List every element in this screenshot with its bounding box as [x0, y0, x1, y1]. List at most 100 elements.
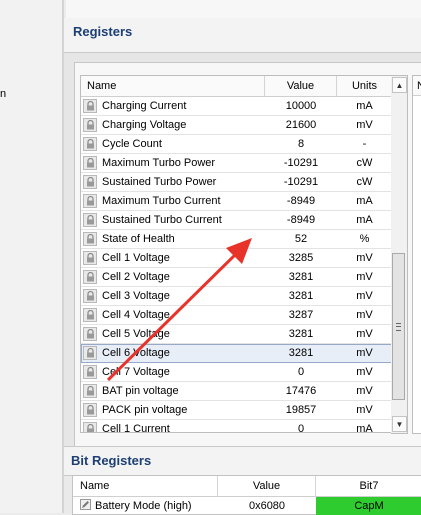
registers-panel: Name Value Units Charging Current 10000 mA…: [74, 62, 421, 448]
register-row[interactable]: PACK pin voltage 19857 mV: [81, 401, 392, 420]
register-row[interactable]: Cell 7 Voltage 0 mV: [81, 363, 392, 382]
register-units: cW: [356, 176, 373, 188]
register-row[interactable]: Cell 4 Voltage 3287 mV: [81, 306, 392, 325]
register-row[interactable]: Sustained Turbo Power -10291 cW: [81, 173, 392, 192]
register-name: Sustained Turbo Power: [102, 176, 217, 188]
register-row[interactable]: State of Health 52%: [81, 230, 392, 249]
pencil-icon[interactable]: [80, 499, 91, 513]
lock-icon[interactable]: [83, 346, 97, 360]
register-name: Cell 5 Voltage: [102, 328, 170, 340]
bit-register-value: 0x6080: [248, 500, 286, 512]
register-name: Cell 7 Voltage: [102, 366, 170, 378]
register-name-cell: Cell 6 Voltage: [81, 344, 265, 362]
register-row[interactable]: BAT pin voltage 17476 mV: [81, 382, 392, 401]
register-row[interactable]: Cell 6 Voltage 3281 mV: [81, 344, 392, 363]
bit-register-name: Battery Mode (high): [95, 500, 192, 512]
registers-scrollbar[interactable]: ▲ ▼: [391, 75, 408, 434]
scrollbar-thumb[interactable]: [392, 253, 405, 400]
bit-registers-title: Bit Registers: [71, 453, 152, 468]
register-value: -8949: [286, 195, 316, 207]
lock-icon[interactable]: [83, 99, 97, 113]
lock-icon[interactable]: [83, 118, 97, 132]
register-row[interactable]: Sustained Turbo Current -8949 mA: [81, 211, 392, 230]
register-value: 17476: [285, 385, 317, 397]
register-name: Cycle Count: [102, 138, 162, 150]
bit-column-header-value[interactable]: Value: [218, 476, 316, 496]
register-name-cell: Cell 1 Current: [81, 420, 265, 432]
register-value: 21600: [285, 119, 317, 131]
lock-icon[interactable]: [83, 175, 97, 189]
register-units: mV: [356, 271, 373, 283]
register-name-cell: Maximum Turbo Current: [81, 192, 265, 210]
lock-icon[interactable]: [83, 232, 97, 246]
register-units: mA: [356, 100, 373, 112]
lock-icon[interactable]: [83, 327, 97, 341]
register-units: mV: [356, 119, 373, 131]
lock-icon[interactable]: [83, 403, 97, 417]
bit-column-header-bit7[interactable]: Bit7: [316, 476, 421, 496]
column-header-units[interactable]: Units: [337, 76, 392, 96]
lock-icon[interactable]: [83, 270, 97, 284]
lock-icon[interactable]: [83, 251, 97, 265]
grip-icon: [396, 322, 401, 331]
register-name: Cell 6 Voltage: [102, 347, 170, 359]
register-name: Maximum Turbo Current: [102, 195, 221, 207]
lock-icon[interactable]: [83, 365, 97, 379]
registers-table: Name Value Units Charging Current 10000 mA…: [80, 75, 393, 433]
bit-register-name-cell: Battery Mode (high): [73, 497, 218, 515]
register-value: 3281: [288, 328, 314, 340]
register-units: %: [359, 233, 370, 245]
register-units: cW: [356, 157, 373, 169]
register-name-cell: BAT pin voltage: [81, 382, 265, 400]
register-name: Charging Current: [102, 100, 187, 112]
register-name: Cell 2 Voltage: [102, 271, 170, 283]
second-table-header[interactable]: N: [413, 76, 421, 96]
register-name: Cell 1 Voltage: [102, 252, 170, 264]
register-name-cell: Cell 5 Voltage: [81, 325, 265, 343]
register-name: PACK pin voltage: [102, 404, 188, 416]
register-row[interactable]: Cell 5 Voltage 3281 mV: [81, 325, 392, 344]
register-row[interactable]: Charging Voltage 21600 mV: [81, 116, 392, 135]
register-row[interactable]: Cycle Count 8 -: [81, 135, 392, 154]
bit-registers-header: Bit Registers: [64, 446, 421, 476]
bit-register-row[interactable]: Battery Mode (high) 0x6080 CapM: [73, 497, 421, 515]
register-units: mV: [356, 347, 373, 359]
register-value: 19857: [285, 404, 317, 416]
lock-icon[interactable]: [83, 156, 97, 170]
column-header-value[interactable]: Value: [265, 76, 337, 96]
register-value: -8949: [286, 214, 316, 226]
scroll-up-button[interactable]: ▲: [392, 77, 407, 93]
register-row[interactable]: Cell 2 Voltage 3281 mV: [81, 268, 392, 287]
register-units: mV: [356, 366, 373, 378]
lock-icon[interactable]: [83, 289, 97, 303]
register-name-cell: Cell 3 Voltage: [81, 287, 265, 305]
register-value: -10291: [283, 157, 319, 169]
column-header-name[interactable]: Name: [81, 76, 265, 96]
register-name-cell: Cycle Count: [81, 135, 265, 153]
register-units: mV: [356, 385, 373, 397]
lock-icon[interactable]: [83, 213, 97, 227]
register-units: mA: [356, 195, 373, 207]
register-name-cell: State of Health: [81, 230, 265, 248]
register-row[interactable]: Cell 3 Voltage 3281 mV: [81, 287, 392, 306]
bit-column-header-name[interactable]: Name: [73, 476, 218, 496]
register-row[interactable]: Maximum Turbo Power -10291 cW: [81, 154, 392, 173]
lock-icon[interactable]: [83, 308, 97, 322]
register-units: mV: [356, 309, 373, 321]
register-row[interactable]: Charging Current 10000 mA: [81, 97, 392, 116]
register-row[interactable]: Maximum Turbo Current -8949 mA: [81, 192, 392, 211]
register-value: 3281: [288, 271, 314, 283]
lock-icon[interactable]: [83, 422, 97, 432]
register-name-cell: Cell 7 Voltage: [81, 363, 265, 381]
register-name-cell: Charging Voltage: [81, 116, 265, 134]
register-name: Maximum Turbo Power: [102, 157, 216, 169]
register-row[interactable]: Cell 1 Voltage 3285 mV: [81, 249, 392, 268]
lock-icon[interactable]: [83, 384, 97, 398]
bit7-flag[interactable]: CapM: [316, 497, 421, 515]
register-name-cell: Cell 1 Voltage: [81, 249, 265, 267]
lock-icon[interactable]: [83, 137, 97, 151]
register-name: Cell 4 Voltage: [102, 309, 170, 321]
lock-icon[interactable]: [83, 194, 97, 208]
scroll-down-button[interactable]: ▼: [392, 416, 407, 432]
register-row[interactable]: Cell 1 Current 0 mA: [81, 420, 392, 432]
